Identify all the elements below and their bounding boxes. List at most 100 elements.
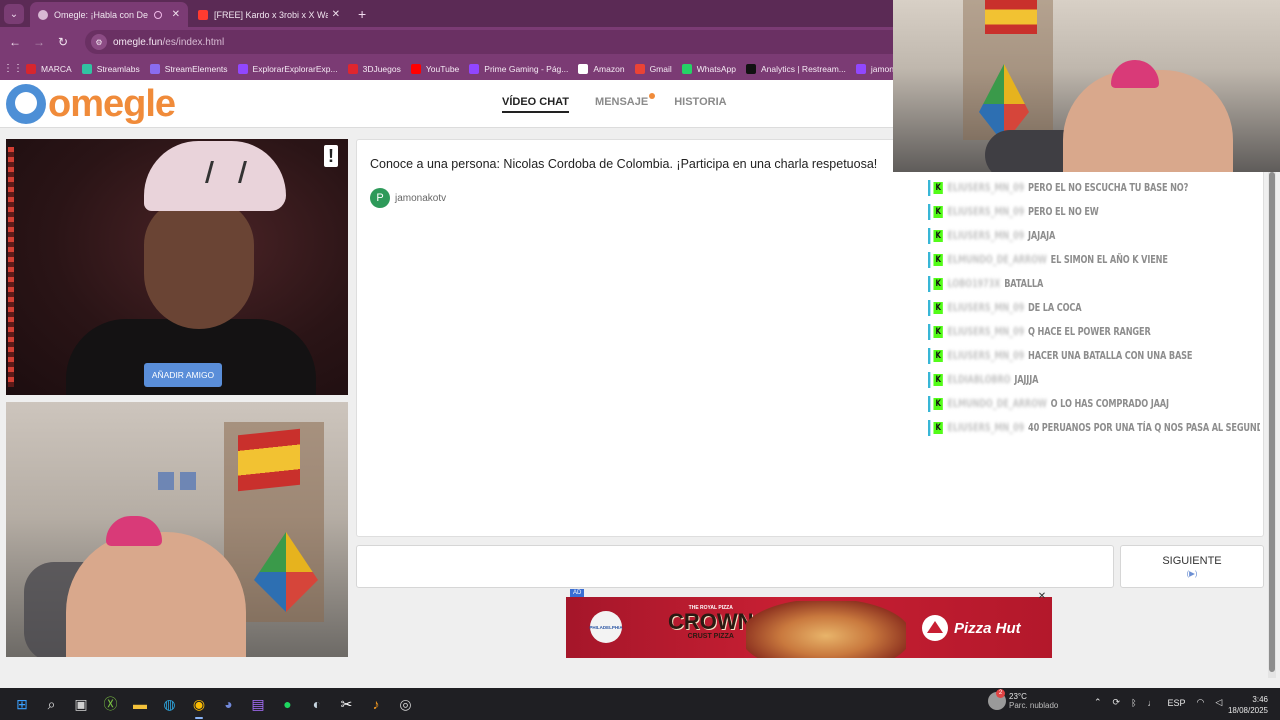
bookmark-item[interactable]: ExplorarExplorarExp... [237,63,338,74]
stream-chat-message: K LOBO1973X BATALLA [928,272,1260,296]
bookmark-label: WhatsApp [696,63,736,74]
bookmark-label: Prime Gaming - Pág... [484,63,569,74]
volume-icon[interactable]: ◁ [1215,697,1222,708]
chat-bar-marker [928,228,931,244]
wifi-icon[interactable]: ◠ [1197,697,1205,708]
omegle-favicon-icon [38,9,48,20]
report-button[interactable]: ! [324,145,338,167]
new-tab-button[interactable]: + [358,6,366,22]
stream-chat-username: ELDIABLOBRO [947,374,1011,386]
tab-omegle[interactable]: Omegle: ¡Habla con Descon ✕ [30,2,188,27]
bookmark-favicon-icon [237,63,248,74]
bookmark-label: ExplorarExplorarExp... [252,63,338,74]
chat-intro-message: Conoce a una persona: Nicolas Cordoba de… [370,157,878,171]
stream-chat-text: Q HACE EL POWER RANGER [1028,326,1151,338]
input-language[interactable]: ESP [1168,698,1186,708]
tab-close-icon[interactable]: ✕ [332,9,340,20]
file-explorer-icon[interactable]: ▬ [128,692,152,716]
chat-bar-marker [928,252,931,268]
weather-widget[interactable]: 2 23°C Parc. nublado [988,689,1058,710]
tab-youtube[interactable]: [FREE] Kardo x 3robi x X Wave ✕ [190,2,348,27]
stream-chat-text: DE LA COCA [1028,302,1082,314]
url-input[interactable]: ⚙ omegle.fun /es/index.html [85,30,905,54]
reload-icon[interactable]: ↻ [51,35,75,49]
youtube-favicon-icon [198,9,208,20]
spotify-icon[interactable]: ● [276,692,300,716]
bookmark-item[interactable]: Prime Gaming - Pág... [469,63,569,74]
menu-mensaje[interactable]: MENSAJE [595,93,656,113]
stream-chat-username: ELIUSERS_MN_09 [947,422,1025,434]
main-menu: VÍDEO CHAT MENSAJE HISTORIA [502,93,753,113]
url-path: /es/index.html [162,36,225,48]
stream-chat-text: EL SIMON EL AÑO K VIENE [1050,254,1168,266]
microphone-icon[interactable]: ♩ [1148,698,1157,708]
stream-chat-username: ELMUNDO_DE_ARROW [947,398,1047,410]
bookmark-item[interactable]: 3DJuegos [347,63,401,74]
obs-icon[interactable]: ◎ [394,692,418,716]
stream-chat-username: ELIUSERS_MN_09 [947,350,1025,362]
back-arrow-icon[interactable]: ← [3,35,27,49]
add-friend-button[interactable]: AÑADIR AMIGO [144,363,222,387]
stream-chat-username: LOBO1973X [947,278,1001,290]
stream-chat-username: ELIUSERS_MN_09 [947,326,1025,338]
bookmark-label: 3DJuegos [362,63,401,74]
taskbar-clock[interactable]: 3:46 18/08/2025 [1226,694,1268,716]
capcut-icon[interactable]: ✂ [335,692,359,716]
bookmark-favicon-icon [81,63,92,74]
bookmark-item[interactable]: WhatsApp [681,63,736,74]
discord-icon[interactable]: ◕ [217,692,241,716]
twitch-chat-icon[interactable]: ▤ [246,692,270,716]
bookmark-label: Amazon [593,63,625,74]
bookmark-item[interactable]: Analytics | Restream... [745,63,846,74]
bookmark-item[interactable]: StreamElements [149,63,228,74]
chat-username: jamonakotv [395,192,447,204]
forward-arrow-icon[interactable]: → [27,35,51,49]
next-button[interactable]: SIGUIENTE (▶) [1120,545,1264,588]
tray-overflow-chevron-icon[interactable]: ⌃ [1094,697,1102,708]
fl-studio-icon[interactable]: ♪ [364,692,388,716]
site-info-icon[interactable]: ⚙ [91,34,107,50]
windows-start-icon[interactable]: ⊞ [10,692,34,716]
kick-badge-icon: K [933,374,943,386]
bookmark-item[interactable]: Amazon [578,63,625,74]
edge-icon[interactable]: ◍ [158,692,182,716]
stream-chat-message: K ELIUSERS_MN_09 JAJAJA [928,224,1260,248]
xbox-icon[interactable]: Ⓧ [99,692,123,716]
bookmark-item[interactable]: Gmail [634,63,672,74]
tab-search-button[interactable]: ⌄ [4,4,24,24]
apps-grid-icon[interactable]: ⋮⋮ [0,63,26,74]
kick-badge-icon: K [933,350,943,362]
stream-chat-text: JAJAJA [1028,230,1056,242]
bookmark-item[interactable]: Streamlabs [81,63,140,74]
recording-indicator-icon [153,10,162,19]
scrollbar-thumb[interactable] [1269,172,1275,672]
bluetooth-icon[interactable]: ᛒ [1131,698,1136,708]
menu-video-chat[interactable]: VÍDEO CHAT [502,96,570,113]
page-scrollbar[interactable] [1268,172,1276,678]
chat-bar-marker [928,396,931,412]
stream-chat-message: K ELMUNDO_DE_ARROW EL SIMON EL AÑO K VIENE [928,248,1260,272]
pizza-hut-ad-banner[interactable]: PHILADELPHIA THE ROYAL PIZZA CROWN CRUST… [566,597,1052,658]
ad-close-button[interactable]: ✕ [1036,591,1048,603]
steam-icon[interactable]: ◐ [305,692,329,716]
bookmark-item[interactable]: MARCA [26,63,72,74]
task-view-icon[interactable]: ▣ [69,692,93,716]
search-icon[interactable]: ⌕ [40,692,64,716]
chrome-icon[interactable]: ◉ [187,692,211,719]
sync-icon[interactable]: ⟳ [1113,697,1121,708]
chat-user-entry: P jamonakotv [370,188,446,208]
message-input[interactable] [356,545,1114,588]
tab-close-icon[interactable]: ✕ [172,9,180,20]
url-host: omegle.fun [113,36,163,48]
omegle-logo[interactable]: omegle [6,84,176,124]
menu-historia[interactable]: HISTORIA [674,96,726,113]
streamer-hat [106,516,162,546]
bookmark-item[interactable]: YouTube [410,63,459,74]
streamer-body [66,532,246,657]
windows-taskbar: ⊞ ⌕ ▣ Ⓧ ▬ ◍ ◉ ◕ ▤ ● ◐ ✂ ♪ ◎ 2 23°C Parc. nublado ⌃ ⟳ … [0,688,1280,720]
stranger-cap [144,141,286,211]
kick-badge-icon: K [933,230,943,242]
bookmark-favicon-icon [578,63,589,74]
stream-chat-text: PERO EL NO EW [1028,206,1099,218]
stream-chat-text: HACER UNA BATALLA CON UNA BASE [1028,350,1193,362]
